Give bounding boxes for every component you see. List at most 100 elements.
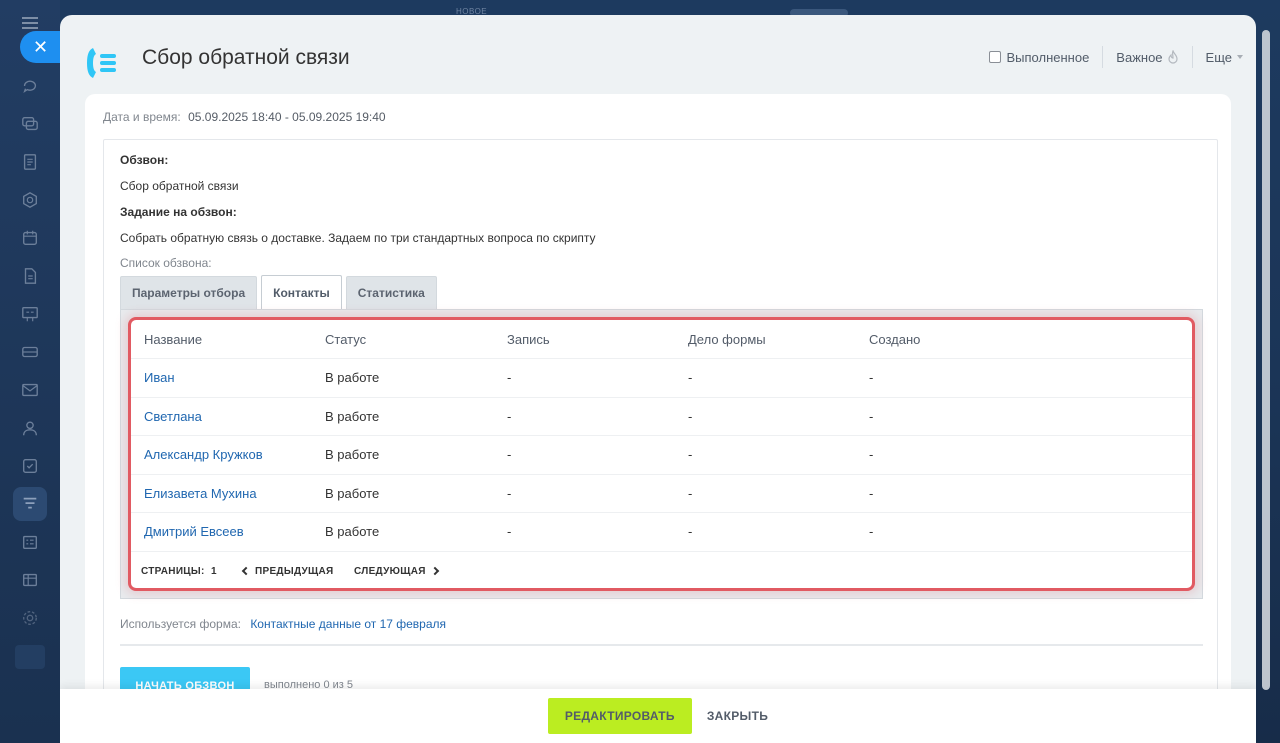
- created-cell: -: [869, 370, 874, 386]
- contacts-grid: Название Статус Запись Дело формы Создан…: [128, 317, 1195, 591]
- chat-icon[interactable]: [20, 77, 40, 95]
- created-cell: -: [869, 485, 874, 501]
- table-row: Елизавета Мухина В работе - - -: [131, 475, 1192, 513]
- call-activity-icon: [87, 48, 116, 78]
- feed-icon[interactable]: [20, 153, 40, 171]
- grid-header: Название Статус Запись Дело формы Создан…: [131, 320, 1192, 359]
- record-cell: -: [507, 485, 512, 501]
- calendar-icon[interactable]: [20, 229, 40, 247]
- column-header-created[interactable]: Создано: [869, 320, 920, 358]
- form-used-label: Используется форма:: [120, 617, 241, 631]
- contact-name-link[interactable]: Александр Кружков: [144, 436, 263, 474]
- background-scrollbar[interactable]: [1262, 30, 1270, 690]
- board-icon[interactable]: [20, 305, 40, 323]
- status-cell: В работе: [325, 485, 380, 501]
- form-activity-cell: -: [688, 447, 693, 463]
- tab-statistics[interactable]: Статистика: [345, 276, 437, 309]
- app-sidebar: [0, 0, 60, 743]
- datetime-row: Дата и время: 05.09.2025 18:40 - 05.09.2…: [103, 110, 386, 124]
- created-cell: -: [869, 524, 874, 540]
- panel-header: Сбор обратной связи Выполненное Важное Е…: [60, 15, 1256, 93]
- table-row: Дмитрий Евсеев В работе - - -: [131, 513, 1192, 552]
- status-cell: В работе: [325, 524, 380, 540]
- form-used-row: Используется форма: Контактные данные от…: [120, 617, 446, 631]
- column-header-form-activity[interactable]: Дело формы: [688, 320, 766, 358]
- table-row: Светлана В работе - - -: [131, 398, 1192, 436]
- form-activity-cell: -: [688, 408, 693, 424]
- activity-card: Дата и время: 05.09.2025 18:40 - 05.09.2…: [85, 94, 1231, 734]
- fire-icon: [1167, 50, 1178, 64]
- menu-icon[interactable]: [22, 17, 38, 29]
- contacts-grid-container: Название Статус Запись Дело формы Создан…: [120, 309, 1203, 599]
- panel-footer: РЕДАКТИРОВАТЬ ЗАКРЫТЬ: [60, 689, 1256, 743]
- document-icon[interactable]: [20, 267, 40, 285]
- status-cell: В работе: [325, 408, 380, 424]
- form-activity-cell: -: [688, 485, 693, 501]
- filter-icon[interactable]: [20, 495, 40, 513]
- page-title: Сбор обратной связи: [142, 46, 350, 69]
- chevron-left-icon: [241, 566, 251, 576]
- created-cell: -: [869, 447, 874, 463]
- record-cell: -: [507, 408, 512, 424]
- chevron-right-icon: [430, 566, 439, 576]
- completed-label: Выполненное: [1006, 49, 1090, 65]
- messages-icon[interactable]: [20, 115, 40, 133]
- divider: [120, 644, 1203, 646]
- important-label: Важное: [1116, 49, 1163, 65]
- contacts-icon[interactable]: [20, 419, 40, 437]
- completed-toggle[interactable]: Выполненное: [976, 45, 1102, 69]
- contact-name-link[interactable]: Светлана: [144, 398, 202, 436]
- call-list-label: Список обзвона:: [120, 256, 212, 270]
- hexagon-icon[interactable]: [20, 191, 40, 209]
- record-cell: -: [507, 524, 512, 540]
- call-label: Обзвон:: [120, 153, 169, 167]
- next-page-label: СЛЕДУЮЩАЯ: [354, 565, 426, 577]
- record-cell: -: [507, 447, 512, 463]
- tasks-icon[interactable]: [20, 457, 40, 475]
- column-header-name[interactable]: Название: [144, 320, 202, 358]
- task-value: Собрать обратную связь о доставке. Задае…: [120, 231, 596, 245]
- completed-checkbox[interactable]: [989, 51, 1002, 63]
- important-toggle[interactable]: Важное: [1103, 45, 1191, 69]
- sidebar-footer-block: [15, 645, 45, 669]
- datetime-label: Дата и время:: [103, 110, 181, 124]
- more-menu-button[interactable]: Еще: [1193, 45, 1256, 69]
- tab-contacts[interactable]: Контакты: [261, 275, 342, 310]
- task-label: Задание на обзвон:: [120, 205, 237, 219]
- close-button[interactable]: ЗАКРЫТЬ: [707, 709, 768, 723]
- activity-slider-panel: Сбор обратной связи Выполненное Важное Е…: [60, 15, 1256, 743]
- prev-page-link[interactable]: ПРЕДЫДУЩАЯ: [241, 565, 334, 577]
- created-cell: -: [869, 408, 874, 424]
- table-row: Иван В работе - - -: [131, 359, 1192, 398]
- current-page[interactable]: 1: [211, 566, 217, 577]
- edit-button[interactable]: РЕДАКТИРОВАТЬ: [547, 698, 692, 734]
- contact-name-link[interactable]: Иван: [144, 359, 175, 397]
- tab-filter-params[interactable]: Параметры отбора: [120, 276, 258, 309]
- grid-icon[interactable]: [20, 571, 40, 589]
- contact-name-link[interactable]: Елизавета Мухина: [144, 475, 257, 513]
- mail-icon[interactable]: [20, 381, 40, 399]
- record-cell: -: [507, 370, 512, 386]
- call-details-box: Обзвон: Сбор обратной связи Задание на о…: [103, 139, 1218, 729]
- chevron-down-icon: [1237, 55, 1243, 59]
- form-activity-cell: -: [688, 370, 693, 386]
- pagination: СТРАНИЦЫ: 1 ПРЕДЫДУЩАЯ СЛЕДУЮЩАЯ: [131, 554, 1192, 588]
- close-icon: ✕: [33, 37, 49, 57]
- prev-page-label: ПРЕДЫДУЩАЯ: [255, 565, 334, 577]
- more-label: Еще: [1205, 49, 1232, 65]
- column-header-record[interactable]: Запись: [507, 320, 550, 358]
- planner-icon[interactable]: [20, 533, 40, 551]
- status-cell: В работе: [325, 447, 380, 463]
- call-value: Сбор обратной связи: [120, 179, 239, 193]
- contact-name-link[interactable]: Дмитрий Евсеев: [144, 513, 244, 551]
- column-header-status[interactable]: Статус: [325, 320, 366, 358]
- settings-icon[interactable]: [20, 609, 40, 627]
- drive-icon[interactable]: [20, 343, 40, 361]
- pages-label: СТРАНИЦЫ:: [141, 565, 205, 577]
- call-list-tabs: Параметры отбора Контакты Статистика: [120, 275, 441, 310]
- form-activity-cell: -: [688, 524, 693, 540]
- next-page-link[interactable]: СЛЕДУЮЩАЯ: [354, 565, 439, 577]
- form-name-link[interactable]: Контактные данные от 17 февраля: [250, 617, 446, 631]
- header-actions: Выполненное Важное Еще: [976, 45, 1256, 69]
- datetime-value: 05.09.2025 18:40 - 05.09.2025 19:40: [188, 110, 386, 124]
